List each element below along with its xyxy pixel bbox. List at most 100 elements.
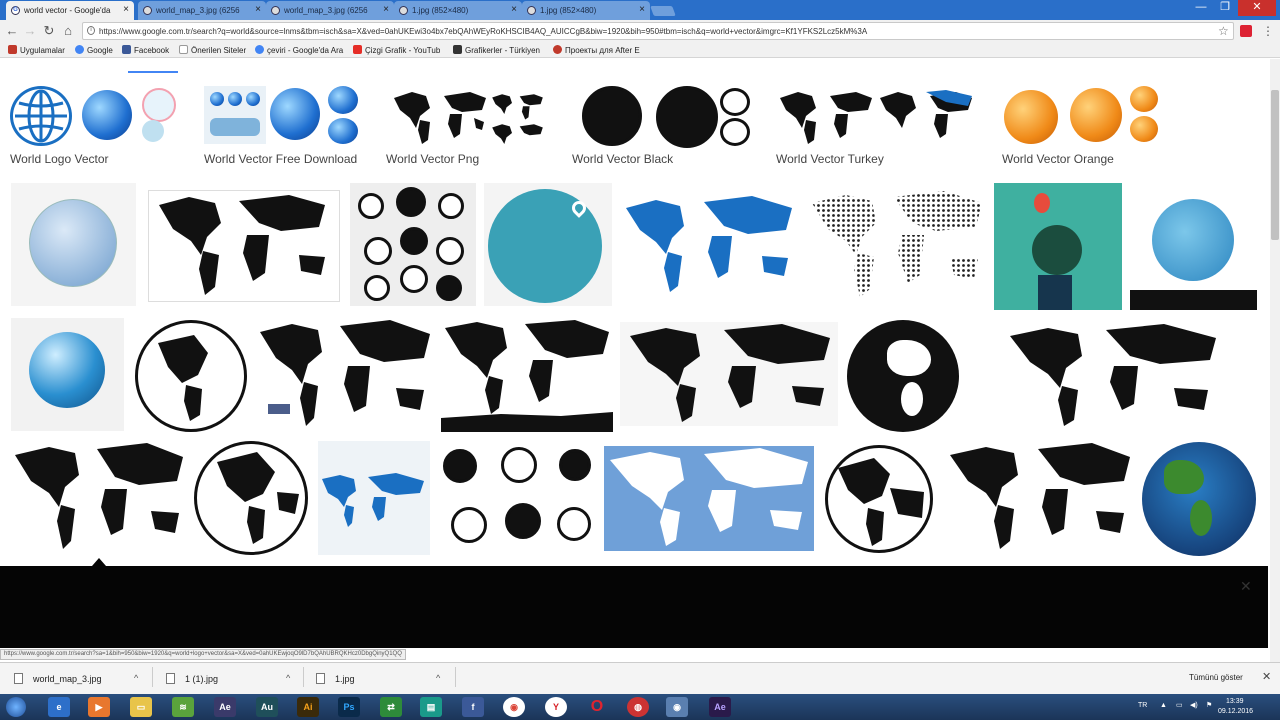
black-world-map-icon [630,324,830,422]
image-result-black-map-3[interactable] [441,318,613,432]
image-result-globe-icons-grid[interactable] [350,183,476,306]
image-result-green-globe[interactable] [1130,183,1257,310]
bookmark-after-effects-projects[interactable]: Проекты для After E [553,45,640,55]
image-result-outline-globe-3[interactable] [821,441,937,555]
bookmark-facebook[interactable]: Facebook [122,45,169,55]
tab-1-jpg-b[interactable]: 1.jpg (852×480) × [522,1,650,20]
image-result-black-map-6[interactable] [11,441,187,555]
teal-document-icon[interactable]: ▤ [420,697,442,717]
image-result-black-map-2[interactable] [256,318,434,432]
close-window-button[interactable]: ✕ [1238,0,1276,16]
status-bar-url: https://www.google.com.tr/search?sa=1&bi… [0,649,406,660]
close-tab-icon[interactable]: × [511,4,517,15]
after-effects-icon-1[interactable]: Ae [214,697,236,717]
chrome-icon-1[interactable]: ◉ [503,697,525,717]
related-search-world-vector-free-download[interactable]: World Vector Free Download [204,84,364,166]
clock-time[interactable]: 13:39 [1226,698,1244,705]
download-item-1-jpg[interactable]: 1.jpg ^ [316,673,440,684]
image-result-black-map[interactable] [148,190,340,302]
related-search-world-vector-png[interactable]: World Vector Png [386,84,546,166]
chevron-up-icon[interactable]: ^ [436,673,440,683]
related-search-world-vector-black[interactable]: World Vector Black [572,84,752,166]
green-arrows-icon[interactable]: ⇄ [380,697,402,717]
related-search-world-vector-turkey[interactable]: World Vector Turkey [776,84,976,166]
image-result-black-globe[interactable] [845,318,961,434]
photoshop-icon[interactable]: Ps [338,697,360,717]
media-player-icon[interactable]: ▶ [88,697,110,717]
image-result-outline-globe-2[interactable] [194,441,310,557]
bookmark-grafikerler[interactable]: Grafikerler - Türkiyen [453,45,540,55]
image-result-black-map-5[interactable] [1004,322,1222,428]
chevron-up-icon[interactable]: ^ [286,673,290,683]
forward-icon[interactable]: → [22,23,38,39]
maximize-button[interactable]: ❐ [1214,0,1236,16]
image-result-white-map-blue-bg[interactable] [604,446,814,551]
opera-icon[interactable]: O [586,697,608,717]
related-search-world-vector-orange[interactable]: World Vector Orange [1002,84,1162,166]
minimize-button[interactable]: — [1190,0,1212,16]
yandex-icon[interactable]: Y [545,697,567,717]
blue-globe-icon [270,88,320,140]
close-preview-icon[interactable]: ✕ [1240,578,1252,595]
image-result-blue-green-globe[interactable] [1141,441,1258,558]
tab-world-vector[interactable]: G world vector - Google'da × [6,1,134,20]
home-icon[interactable]: ⌂ [60,23,76,39]
volume-icon[interactable]: ◀) [1190,701,1198,709]
bookmark-youtube[interactable]: Çizgi Grafik - YouTub [353,45,440,55]
network-icon[interactable]: ▭ [1176,701,1183,709]
download-item-world-map-3[interactable]: world_map_3.jpg ^ [14,673,138,684]
red-globe-icon[interactable]: ◍ [627,697,649,717]
flag-tray-icon[interactable]: ⚑ [1206,701,1212,709]
audition-icon[interactable]: Au [256,697,278,717]
language-indicator[interactable]: TR [1138,702,1147,709]
image-result-blue-map[interactable] [620,190,800,300]
tab-1-jpg-a[interactable]: 1.jpg (852×480) × [394,1,522,20]
menu-icon[interactable]: ⋮ [1262,24,1274,38]
image-result-dotted-map[interactable] [806,183,986,306]
tray-arrow-icon[interactable]: ▲ [1160,702,1167,709]
show-all-downloads-link[interactable]: Tümünü göster [1189,673,1243,682]
bookmark-apps[interactable]: Uygulamalar [8,45,65,55]
extension-icon[interactable] [1240,25,1252,37]
bookmark-suggested-sites[interactable]: Önerilen Siteler [179,45,246,55]
scrollbar-thumb[interactable] [1271,90,1279,240]
related-search-world-logo-vector[interactable]: World Logo Vector [10,84,180,166]
address-bar[interactable]: i https://www.google.com.tr/search?q=wor… [82,22,1234,40]
facebook-taskbar-icon[interactable]: f [462,697,484,717]
preview-pointer [92,558,106,566]
internet-explorer-icon[interactable]: e [48,697,70,717]
image-result-blue-map-small[interactable] [318,441,430,555]
image-result-globe-set[interactable] [437,441,597,555]
black-globe-icon [656,86,718,148]
image-result-illustrated-globe[interactable] [994,183,1122,310]
info-icon[interactable]: i [87,26,95,35]
image-result-sketch-globe[interactable] [11,183,136,306]
close-tab-icon[interactable]: × [255,4,261,15]
file-explorer-icon[interactable]: ▭ [130,697,152,717]
after-effects-icon-2[interactable]: Ae [709,697,731,717]
close-tab-icon[interactable]: × [123,4,129,15]
illustrator-icon[interactable]: Ai [297,697,319,717]
chrome-icon-2-active[interactable]: ◉ [666,697,688,717]
bookmark-translate[interactable]: çeviri - Google'da Ara [255,45,343,55]
tab-world-map-3-a[interactable]: world_map_3.jpg (6256 × [138,1,266,20]
image-result-teal-globe-pin[interactable] [484,183,612,306]
bookmark-star-icon[interactable]: ☆ [1218,24,1229,38]
reload-icon[interactable]: ↻ [41,23,57,39]
close-shelf-icon[interactable]: ✕ [1262,670,1271,683]
close-tab-icon[interactable]: × [383,4,389,15]
close-tab-icon[interactable]: × [639,4,645,15]
download-item-1-1-jpg[interactable]: 1 (1).jpg ^ [166,673,290,684]
green-app-icon[interactable]: ≋ [172,697,194,717]
image-result-black-map-4[interactable] [620,322,838,426]
back-icon[interactable]: ← [4,23,20,39]
bookmark-google[interactable]: Google [75,45,113,55]
image-result-3d-globe[interactable] [11,318,124,431]
tab-world-map-3-b[interactable]: world_map_3.jpg (6256 × [266,1,394,20]
image-result-black-map-7[interactable] [944,441,1134,555]
image-result-outline-globe[interactable] [133,318,249,433]
start-button[interactable] [2,694,30,720]
new-tab-button[interactable] [650,6,676,16]
chevron-up-icon[interactable]: ^ [134,673,138,683]
clock-date[interactable]: 09.12.2016 [1218,708,1253,715]
